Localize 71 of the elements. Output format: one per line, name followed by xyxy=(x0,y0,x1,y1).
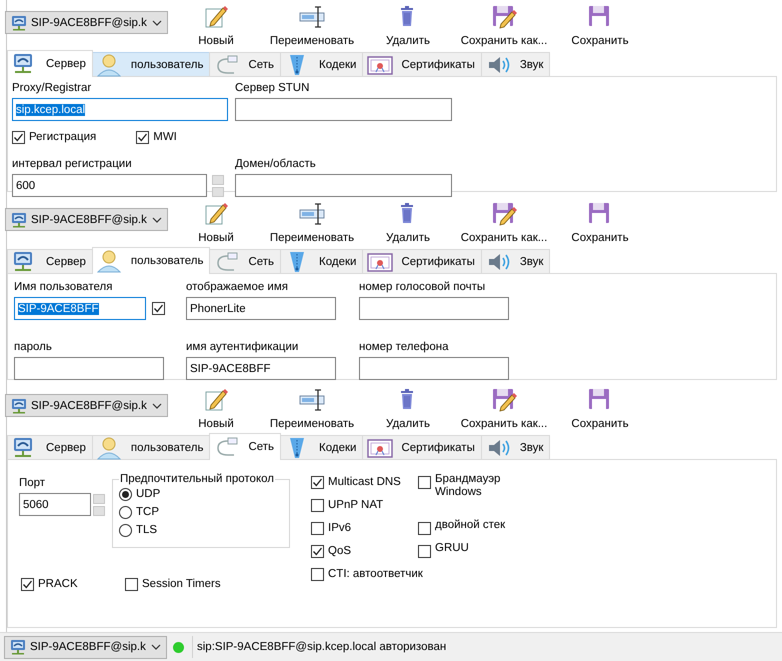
status-text: sip:SIP-9ACE8BFF@sip.kcep.local авторизован xyxy=(197,641,446,653)
field-label: номер телефона xyxy=(359,340,450,355)
text-field[interactable]: SIP-9ACE8BFF xyxy=(14,297,146,320)
field-label: Порт xyxy=(19,476,46,491)
tab[interactable]: пользователь xyxy=(92,247,210,274)
toolbar-button[interactable]: Сохранить xyxy=(552,383,648,433)
checkbox[interactable]: Регистрация xyxy=(12,128,96,146)
checkbox[interactable]: QoS xyxy=(311,542,352,560)
field-label: пароль xyxy=(14,340,53,355)
radio-button[interactable]: TLS xyxy=(119,521,283,539)
radio-button[interactable]: UDP xyxy=(119,485,283,503)
tab[interactable]: Сеть xyxy=(209,249,282,273)
checkbox[interactable]: двойной стек xyxy=(418,519,506,542)
toolbar-button[interactable]: Новый xyxy=(168,383,264,433)
tab[interactable]: Сервер xyxy=(7,249,93,273)
tab[interactable]: Звук xyxy=(480,52,550,76)
checkbox[interactable]: Multicast DNS xyxy=(311,473,401,491)
number-field[interactable]: 600 xyxy=(12,174,207,197)
tab[interactable]: Кодеки xyxy=(280,249,364,273)
toolbar-button[interactable]: Сохранить как... xyxy=(456,383,552,433)
checkbox[interactable]: IPv6 xyxy=(311,519,352,537)
checkbox[interactable]: Брандмауэр Windows xyxy=(418,473,538,496)
field-label: интервал регистрации xyxy=(12,157,133,172)
tab[interactable]: пользователь xyxy=(92,52,210,76)
tab[interactable]: Сервер xyxy=(7,50,93,77)
toolbar-button[interactable]: Сохранить xyxy=(552,197,648,247)
tab[interactable]: пользователь xyxy=(92,435,210,459)
toolbar-button[interactable]: Новый xyxy=(168,197,264,247)
toolbar-button[interactable]: Сохранить xyxy=(552,0,648,50)
text-field[interactable]: sip.kcep.local xyxy=(12,98,228,121)
checkbox[interactable]: CTI: автоответчик xyxy=(311,565,423,583)
checkbox[interactable]: GRUU xyxy=(418,542,469,565)
tab[interactable]: Звук xyxy=(480,249,550,273)
toolbar-button[interactable]: Удалить xyxy=(360,383,456,433)
toolbar-button[interactable]: Сохранить как... xyxy=(456,0,552,50)
tab[interactable]: Кодеки xyxy=(280,52,364,76)
tab[interactable]: Сертификаты xyxy=(362,249,482,273)
field-label: Сервер STUN xyxy=(235,81,310,96)
tab[interactable]: Звук xyxy=(480,435,550,459)
tab[interactable]: Сервер xyxy=(7,435,93,459)
group-label: Предпочтительный протокол xyxy=(119,473,275,485)
toolbar-button[interactable]: Удалить xyxy=(360,197,456,247)
tab[interactable]: Сертификаты xyxy=(362,52,482,76)
text-field[interactable]: SIP-9ACE8BFF xyxy=(186,357,336,380)
toolbar-button[interactable]: Удалить xyxy=(360,0,456,50)
checkbox[interactable]: UPnP NAT xyxy=(311,496,384,514)
toolbar-button[interactable]: Переименовать xyxy=(264,197,360,247)
field-label: Домен/область xyxy=(235,157,317,172)
account-dropdown[interactable]: SIP-9ACE8BFF@sip.k xyxy=(4,636,167,658)
text-field[interactable]: PhonerLite xyxy=(186,297,336,320)
field-label: Proxy/Registrar xyxy=(12,81,92,96)
field-label: номер голосовой почты xyxy=(359,280,486,295)
field-label: имя аутентификации xyxy=(186,340,300,355)
account-dropdown[interactable]: SIP-9ACE8BFF@sip.k xyxy=(5,394,168,417)
checkbox[interactable]: PRACK xyxy=(21,575,125,593)
checkbox[interactable]: Session Timers xyxy=(125,575,221,593)
account-dropdown[interactable]: SIP-9ACE8BFF@sip.k xyxy=(5,208,168,231)
toolbar-button[interactable]: Переименовать xyxy=(264,0,360,50)
tab[interactable]: Сеть xyxy=(209,433,282,460)
field-label: Имя пользователя xyxy=(14,280,114,295)
toolbar-button[interactable]: Сохранить как... xyxy=(456,197,552,247)
tab[interactable]: Сеть xyxy=(209,52,282,76)
toolbar-button[interactable]: Новый xyxy=(168,0,264,50)
number-field[interactable]: 5060 xyxy=(19,493,91,516)
checkbox[interactable]: MWI xyxy=(136,128,177,146)
tab[interactable]: Сертификаты xyxy=(362,435,482,459)
tab[interactable]: Кодеки xyxy=(280,435,364,459)
account-dropdown[interactable]: SIP-9ACE8BFF@sip.k xyxy=(5,11,168,34)
toolbar-button[interactable]: Переименовать xyxy=(264,383,360,433)
field-label: отображаемое имя xyxy=(186,280,289,295)
radio-button[interactable]: TCP xyxy=(119,503,283,521)
